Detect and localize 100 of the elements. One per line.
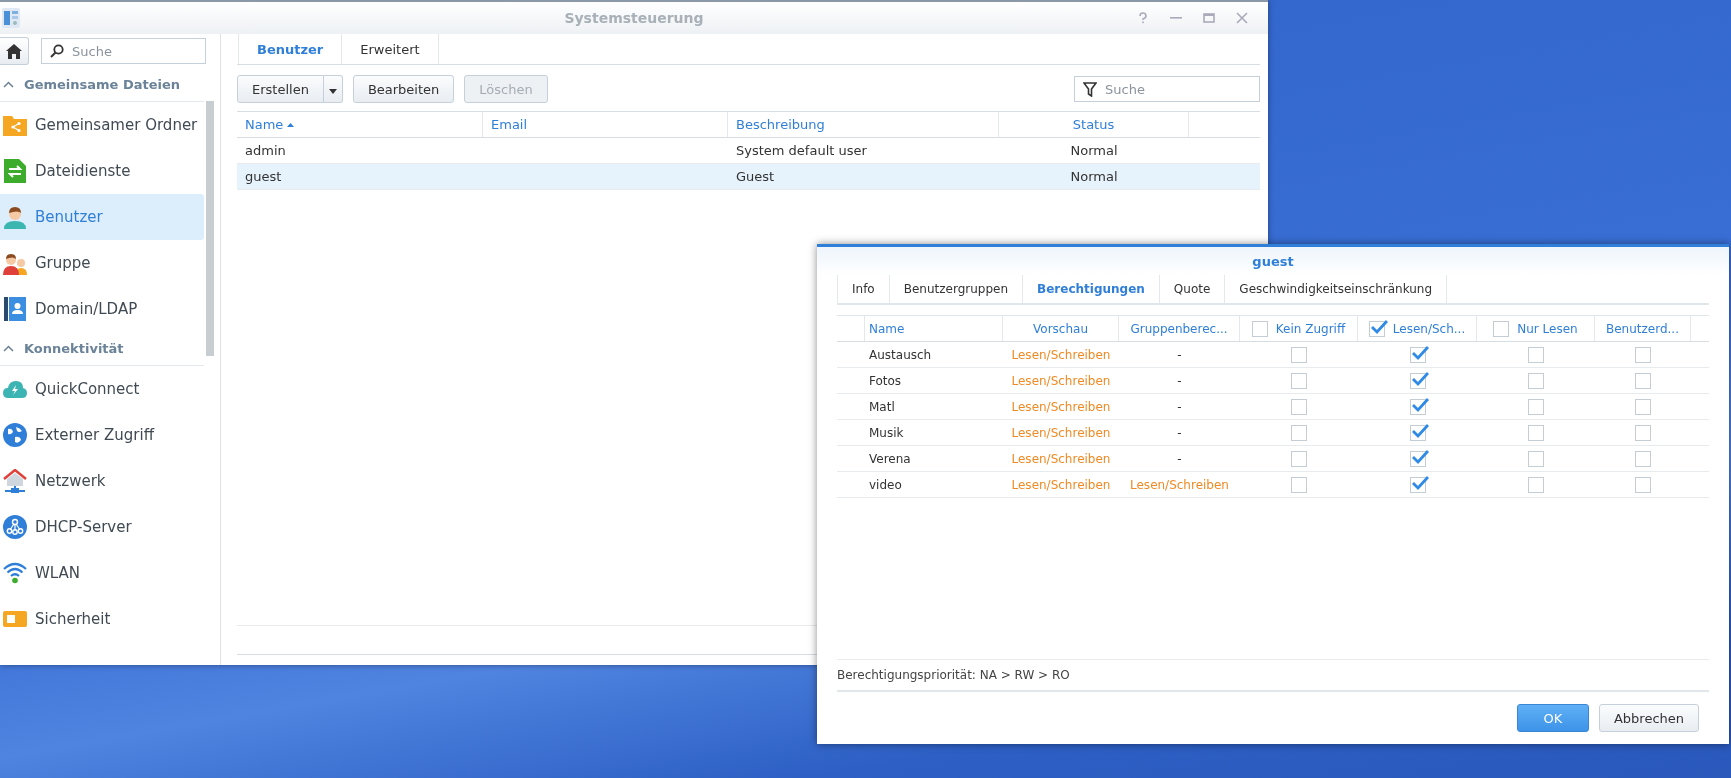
- sidebar-item[interactable]: Gruppe: [0, 240, 204, 286]
- toolbar-button[interactable]: Bearbeiten: [352, 75, 455, 103]
- search-icon: [50, 44, 64, 58]
- app-icon: [2, 8, 20, 28]
- tab[interactable]: Geschwindigkeitseinschränkung: [1224, 275, 1448, 303]
- checkbox[interactable]: [1493, 320, 1510, 337]
- table-row[interactable]: guest Guest Normal: [237, 164, 1260, 190]
- tab[interactable]: Erweitert: [341, 34, 439, 64]
- checkbox[interactable]: [1528, 372, 1544, 389]
- column-header[interactable]: Benutzerd...: [1606, 321, 1679, 336]
- checkbox[interactable]: [1528, 346, 1544, 363]
- sidebar-item[interactable]: Domain/LDAP: [0, 286, 204, 332]
- checkbox[interactable]: [1528, 424, 1544, 441]
- checkbox[interactable]: [1291, 398, 1307, 415]
- home-button[interactable]: [0, 37, 29, 65]
- security-icon: [3, 609, 27, 629]
- folder-name: Austausch: [869, 347, 932, 362]
- checkbox[interactable]: [1368, 320, 1385, 337]
- scrollbar[interactable]: [206, 101, 214, 356]
- folder-name: Fotos: [869, 373, 902, 388]
- checkbox[interactable]: [1635, 346, 1651, 363]
- folder-icon: [3, 114, 27, 136]
- close-icon[interactable]: [1236, 12, 1248, 24]
- sidebar-item[interactable]: QuickConnect: [0, 366, 204, 412]
- create-button[interactable]: Erstellen: [237, 75, 324, 103]
- wifi-icon: [3, 562, 27, 584]
- dash-text: -: [1177, 425, 1182, 440]
- permission-text: Lesen/Schreiben: [1011, 425, 1111, 440]
- checkbox[interactable]: [1635, 450, 1651, 467]
- checkbox[interactable]: [1635, 372, 1651, 389]
- contact-book-icon: [3, 297, 27, 321]
- checkbox[interactable]: [1635, 424, 1651, 441]
- sidebar-item[interactable]: Netzwerk: [0, 458, 204, 504]
- tab[interactable]: Info: [837, 275, 889, 303]
- checkbox[interactable]: [1528, 398, 1544, 415]
- permission-text: Lesen/Schreiben: [1011, 373, 1111, 388]
- column-header[interactable]: Beschreibung: [728, 112, 999, 137]
- sidebar-item[interactable]: Sicherheit: [0, 596, 204, 642]
- column-header[interactable]: Kein Zugriff: [1275, 321, 1346, 336]
- home-icon: [6, 43, 22, 59]
- column-header[interactable]: Email: [483, 112, 728, 137]
- network-nodes-icon: [3, 515, 27, 539]
- filter-icon: [1083, 82, 1097, 97]
- tab[interactable]: Berechtigungen: [1022, 275, 1159, 303]
- section-title: Konnektivität: [24, 341, 124, 356]
- table-cell: admin: [245, 143, 286, 158]
- house-network-icon: [3, 469, 27, 493]
- sidebar-item[interactable]: Dateidienste: [0, 148, 204, 194]
- tab[interactable]: Quote: [1158, 275, 1225, 303]
- checkbox[interactable]: [1291, 476, 1307, 493]
- checkbox[interactable]: [1291, 346, 1307, 363]
- sidebar-item[interactable]: Gemeinsamer Ordner: [0, 102, 204, 148]
- sidebar-item[interactable]: Externer Zugriff: [0, 412, 204, 458]
- checkbox[interactable]: [1528, 476, 1544, 493]
- checkbox[interactable]: [1251, 320, 1268, 337]
- dash-text: -: [1177, 373, 1182, 388]
- column-header[interactable]: Lesen/Sch...: [1392, 321, 1466, 336]
- globe-icon: [3, 423, 27, 447]
- file-transfer-icon: [3, 159, 27, 183]
- search-field[interactable]: Suche: [41, 38, 206, 64]
- help-icon[interactable]: [1137, 12, 1149, 24]
- sidebar-item[interactable]: WLAN: [0, 550, 204, 596]
- checkbox[interactable]: [1635, 398, 1651, 415]
- checkbox[interactable]: [1409, 450, 1426, 467]
- checkbox[interactable]: [1409, 476, 1426, 493]
- checkbox[interactable]: [1409, 424, 1426, 441]
- column-header[interactable]: Name: [869, 321, 905, 336]
- checkbox[interactable]: [1409, 346, 1426, 363]
- column-header[interactable]: Name: [237, 112, 483, 137]
- checkbox[interactable]: [1291, 450, 1307, 467]
- checkbox[interactable]: [1409, 372, 1426, 389]
- folder-name: video: [869, 477, 902, 492]
- filter-search-field[interactable]: Suche: [1074, 76, 1260, 102]
- checkbox[interactable]: [1291, 424, 1307, 441]
- chevron-icon[interactable]: [3, 345, 14, 352]
- user-icon: [3, 205, 27, 229]
- table-cell: Normal: [1070, 169, 1118, 184]
- column-header[interactable]: Nur Lesen: [1517, 321, 1578, 336]
- checkbox[interactable]: [1291, 372, 1307, 389]
- maximize-icon[interactable]: [1203, 12, 1215, 24]
- cancel-button[interactable]: Abbrechen: [1598, 704, 1699, 732]
- tab[interactable]: Benutzer: [238, 34, 342, 64]
- dash-text: -: [1177, 347, 1182, 362]
- sidebar-item[interactable]: DHCP-Server: [0, 504, 204, 550]
- column-header[interactable]: Vorschau: [1033, 321, 1088, 336]
- window-title: Systemsteuerung: [564, 10, 704, 26]
- group-icon: [3, 251, 27, 275]
- dropdown-button[interactable]: [323, 75, 343, 103]
- table-cell: System default user: [736, 143, 867, 158]
- tab[interactable]: Benutzergruppen: [888, 275, 1023, 303]
- permission-text: Lesen/Schreiben: [1011, 477, 1111, 492]
- table-cell: Normal: [1070, 143, 1118, 158]
- column-header[interactable]: Status: [999, 112, 1189, 137]
- permission-text: Lesen/Schreiben: [1011, 451, 1111, 466]
- chevron-icon[interactable]: [3, 81, 14, 88]
- checkbox[interactable]: [1409, 398, 1426, 415]
- permission-text: Lesen/Schreiben: [1011, 399, 1111, 414]
- checkbox[interactable]: [1528, 450, 1544, 467]
- column-header[interactable]: Gruppenberec...: [1130, 321, 1228, 336]
- checkbox[interactable]: [1635, 476, 1651, 493]
